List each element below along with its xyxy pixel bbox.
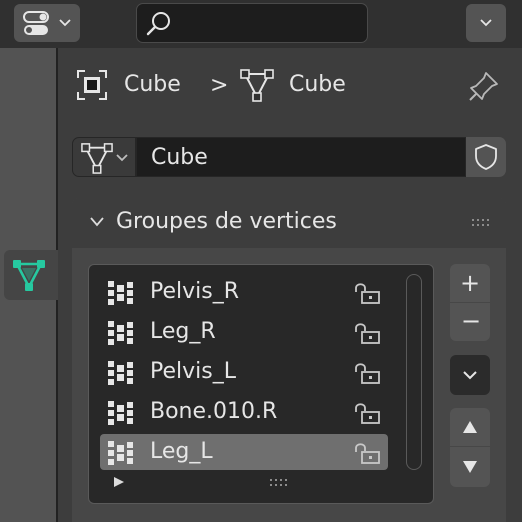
move-down-button[interactable] — [450, 447, 490, 487]
breadcrumb-mesh-name: Cube — [289, 72, 346, 97]
chevron-down-icon — [90, 217, 104, 227]
list-resize-handle-icon[interactable] — [268, 478, 292, 488]
remove-vertex-group-button[interactable]: − — [450, 303, 490, 341]
mesh-datablock-selector: Cube — [72, 137, 506, 177]
vertex-group-icon — [108, 361, 133, 385]
list-scrollbar[interactable] — [406, 274, 422, 470]
editor-header — [0, 0, 522, 48]
vertex-group-icon — [108, 321, 133, 345]
add-label: + — [460, 269, 481, 297]
remove-label: − — [461, 307, 482, 335]
fake-user-button[interactable] — [466, 137, 506, 177]
vertex-group-specials-button[interactable] — [450, 355, 490, 395]
vertex-group-name[interactable]: Pelvis_R — [150, 281, 239, 303]
properties-editor: Cube > Cube Cube Groupes de vertices Pel… — [0, 0, 522, 522]
vertex-group-icon — [108, 441, 133, 465]
mesh-browse-button[interactable] — [72, 137, 136, 177]
breadcrumb-separator: > — [210, 73, 229, 98]
vertex-group-name[interactable]: Leg_L — [150, 441, 213, 463]
unlock-icon[interactable] — [352, 320, 382, 346]
triangle-up-icon — [463, 421, 477, 433]
search-input[interactable] — [136, 3, 368, 43]
header-dropdown-button[interactable] — [466, 4, 506, 42]
tab-vertex-data[interactable] — [4, 250, 58, 300]
chevron-down-icon — [116, 154, 128, 162]
vertex-group-name[interactable]: Leg_R — [150, 321, 216, 343]
vertex-group-row[interactable]: Bone.010.R — [100, 394, 388, 430]
object-cube-icon — [77, 70, 107, 100]
properties-editor-icon — [23, 11, 49, 35]
unlock-icon[interactable] — [352, 360, 382, 386]
vertex-groups-panel-header[interactable]: Groupes de vertices — [72, 198, 506, 248]
mesh-data-icon — [240, 69, 274, 102]
search-icon — [146, 12, 170, 36]
mesh-data-icon — [81, 143, 113, 174]
vertex-data-icon — [13, 260, 45, 291]
chevron-down-icon — [59, 19, 71, 27]
unlock-icon[interactable] — [352, 440, 382, 466]
breadcrumb-object-name: Cube — [124, 72, 181, 97]
mesh-name-field[interactable]: Cube — [136, 137, 466, 177]
vertex-group-row[interactable]: Leg_R — [100, 314, 388, 350]
chevron-down-icon — [480, 19, 492, 27]
vertex-group-name[interactable]: Bone.010.R — [150, 401, 277, 423]
triangle-down-icon — [463, 461, 477, 473]
unlock-icon[interactable] — [352, 400, 382, 426]
triangle-right-icon[interactable] — [112, 476, 126, 488]
editor-type-button[interactable] — [14, 4, 80, 42]
move-up-button[interactable] — [450, 408, 490, 446]
vertex-group-name[interactable]: Pelvis_L — [150, 361, 236, 383]
vertex-group-icon — [108, 281, 133, 305]
breadcrumb: Cube > Cube — [76, 66, 506, 106]
vertex-group-row[interactable]: Leg_L — [100, 434, 388, 470]
vertex-group-row[interactable]: Pelvis_R — [100, 274, 388, 310]
vertex-group-row[interactable]: Pelvis_L — [100, 354, 388, 390]
chevron-down-icon — [463, 371, 477, 380]
add-vertex-group-button[interactable]: + — [450, 264, 490, 302]
drag-handle-icon[interactable] — [470, 218, 494, 228]
pin-icon[interactable] — [468, 70, 500, 102]
vertex-groups-title: Groupes de vertices — [116, 209, 337, 234]
unlock-icon[interactable] — [352, 280, 382, 306]
shield-icon — [475, 144, 497, 170]
vertex-group-icon — [108, 401, 133, 425]
mesh-name-value: Cube — [151, 145, 208, 170]
